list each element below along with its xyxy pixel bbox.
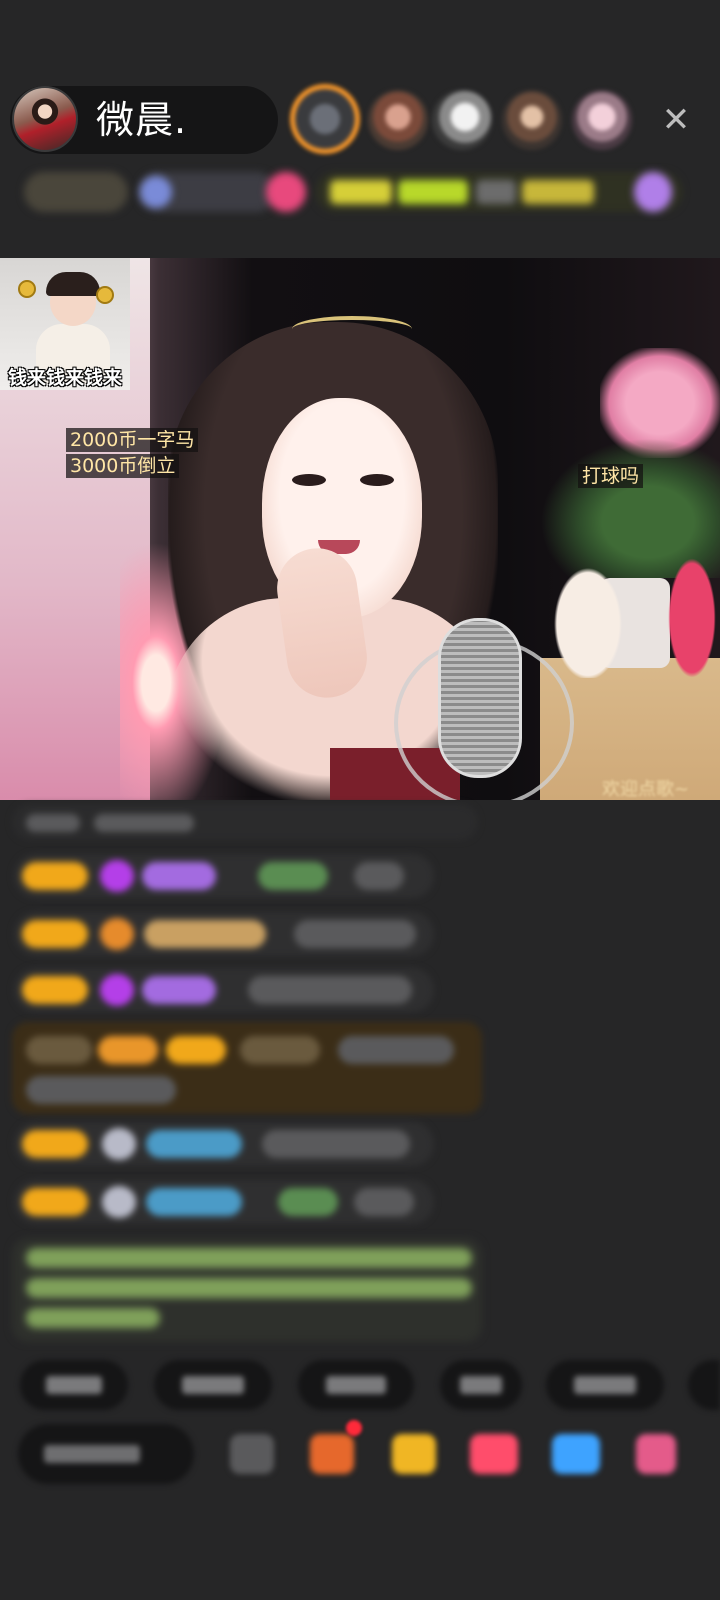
price-note-splits: 2000币一字马	[66, 428, 199, 452]
event-icon[interactable]	[634, 172, 672, 212]
quick-reply-button[interactable]	[20, 1360, 128, 1410]
chat-system-line	[12, 804, 478, 840]
quick-reply-button[interactable]	[298, 1360, 414, 1410]
close-icon[interactable]: ✕	[656, 100, 696, 140]
red-packet-icon[interactable]	[470, 1434, 518, 1474]
quick-reply-button[interactable]	[440, 1360, 522, 1410]
quick-reply-button[interactable]	[546, 1360, 664, 1410]
microphone	[438, 618, 522, 778]
follow-icon[interactable]	[266, 172, 306, 212]
sticker-caption: 钱来钱来钱来	[7, 367, 122, 389]
chat-message[interactable]	[14, 854, 434, 898]
activity-tag-1	[330, 180, 392, 204]
coin-icon	[18, 280, 36, 298]
host-name: 微晨.	[96, 98, 188, 142]
room-announcement	[12, 1238, 482, 1342]
coin-icon	[96, 286, 114, 304]
streamer-eye-left	[292, 474, 326, 486]
activity-tag-4	[522, 180, 594, 204]
chat-message[interactable]	[14, 1122, 434, 1166]
baby-hair	[46, 272, 100, 296]
wallet-icon[interactable]	[392, 1434, 436, 1474]
fans-club-icon	[140, 176, 172, 208]
chat-input[interactable]	[18, 1424, 194, 1484]
top-viewer-avatar-5[interactable]	[572, 90, 632, 150]
quick-reply-button[interactable]	[688, 1360, 720, 1410]
gift-box-icon[interactable]	[310, 1434, 354, 1474]
chat-message[interactable]	[14, 1180, 434, 1224]
chat-enter-notice[interactable]	[12, 1022, 482, 1114]
hair-accessory	[292, 316, 412, 342]
activity-tag-3	[476, 180, 516, 204]
notification-dot	[346, 1420, 362, 1436]
quick-reply-button[interactable]	[154, 1360, 272, 1410]
grid-icon[interactable]	[636, 1434, 676, 1474]
activity-tag-2	[398, 180, 468, 204]
rank-badge[interactable]	[24, 172, 128, 212]
price-note-handstand: 3000币倒立	[66, 454, 180, 478]
host-avatar[interactable]	[12, 86, 78, 152]
streamer-eye-right	[360, 474, 394, 486]
plush-doll	[548, 558, 628, 678]
chat-message[interactable]	[14, 912, 434, 956]
top-viewer-avatar-4[interactable]	[502, 90, 562, 150]
chat-message[interactable]	[14, 968, 434, 1012]
top-viewer-avatar-2[interactable]	[368, 90, 428, 150]
more-icon[interactable]	[230, 1434, 274, 1474]
plush-toy	[664, 548, 720, 688]
sticker-thumbnail: 钱来钱来钱来	[0, 258, 130, 390]
chat-bubble-icon[interactable]	[552, 1434, 600, 1474]
welcome-overlay-text: 欢迎点歌~	[602, 779, 690, 800]
top-viewer-avatar-3[interactable]	[432, 90, 492, 150]
question-note: 打球吗	[578, 464, 644, 488]
top-viewer-avatar-1[interactable]	[290, 84, 360, 154]
